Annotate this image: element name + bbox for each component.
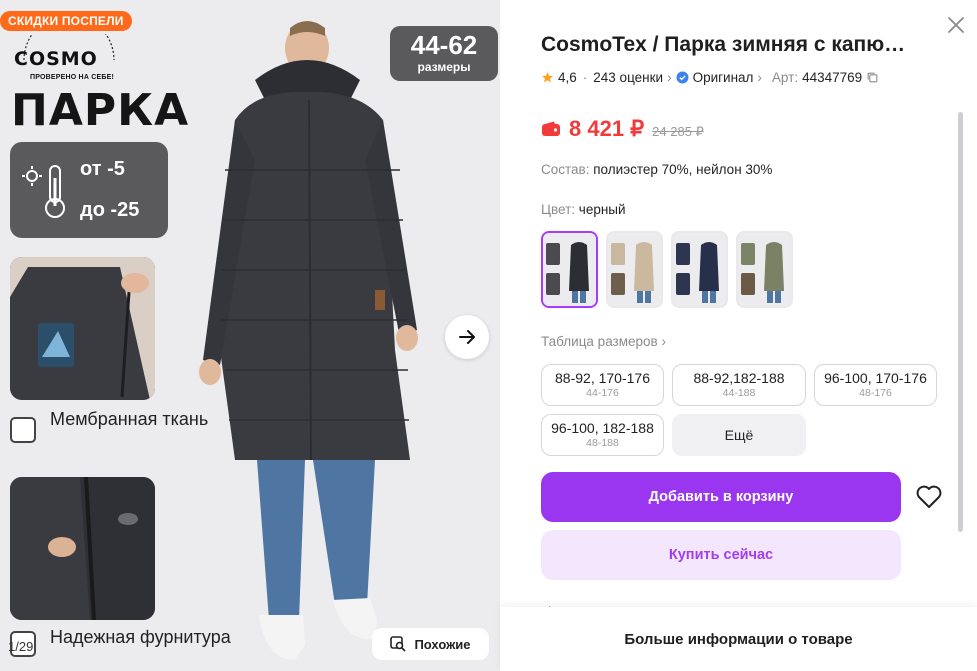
- size-value: 88-92, 170-176: [555, 370, 650, 386]
- size-table-link[interactable]: Таблица размеров ›: [541, 334, 666, 349]
- product-modal: СКИДКИ ПОСПЕЛИ COSMO ПРОВЕРЕНО НА СЕБЕ! …: [0, 0, 977, 671]
- color-row: Цвет: черный: [541, 202, 626, 217]
- composition: Состав: полиэстер 70%, нейлон 30%: [541, 162, 772, 177]
- feature-label-membrane: Мембранная ткань: [50, 409, 209, 429]
- price-row: 8 421 ₽ 24 285 ₽: [541, 116, 704, 142]
- model-photo: [199, 21, 418, 660]
- composition-label: Состав:: [541, 162, 590, 177]
- product-title: CosmoTex / Парка зимняя с капю…: [541, 33, 906, 56]
- chevron-right-icon: ›: [661, 334, 666, 349]
- feature-image-membrane: [10, 257, 155, 400]
- copy-icon[interactable]: [866, 71, 879, 84]
- color-swatch-black[interactable]: [541, 231, 598, 308]
- rating-value: 4,6: [558, 70, 577, 85]
- color-swatch-khaki[interactable]: [736, 231, 793, 308]
- size-option[interactable]: 88-92, 170-176 44-176: [541, 364, 664, 406]
- article-label: Арт:: [771, 70, 799, 85]
- more-info-button[interactable]: Больше информации о товаре: [500, 607, 977, 671]
- checkbox-icon: [10, 417, 36, 443]
- chevron-right-icon: ›: [757, 70, 762, 85]
- reviews-link[interactable]: 243 оценки: [593, 70, 663, 85]
- product-gallery[interactable]: СКИДКИ ПОСПЕЛИ COSMO ПРОВЕРЕНО НА СЕБЕ! …: [0, 0, 500, 671]
- chevron-right-icon: ›: [667, 70, 672, 85]
- size-option[interactable]: 96-100, 182-188 48-188: [541, 414, 664, 456]
- size-value: 88-92,182-188: [693, 370, 785, 386]
- star-icon: [542, 72, 553, 83]
- article-number: 44347769: [802, 70, 863, 85]
- size-table-label: Таблица размеров: [541, 334, 658, 349]
- similar-label: Похожие: [414, 636, 471, 652]
- color-swatch-beige[interactable]: [606, 231, 663, 308]
- feature-image-hardware: [10, 477, 155, 620]
- color-swatches: [541, 231, 793, 308]
- promo-badge: СКИДКИ ПОСПЕЛИ: [0, 11, 132, 31]
- original-link[interactable]: Оригинал: [693, 70, 754, 85]
- size-ru: 44-176: [586, 387, 619, 399]
- image-title: ПАРКА: [11, 85, 190, 136]
- add-to-cart-button[interactable]: Добавить в корзину: [541, 472, 901, 522]
- wallet-icon: [542, 121, 560, 136]
- old-price: 24 285 ₽: [652, 124, 704, 139]
- size-option[interactable]: 96-100, 170-176 48-176: [814, 364, 937, 406]
- size-value: 96-100, 182-188: [551, 420, 654, 436]
- size-ru: 44-188: [722, 387, 756, 399]
- search-similar-icon: [390, 636, 407, 652]
- brand-word: COSMO: [14, 48, 98, 70]
- thermometer-icon: [22, 165, 65, 218]
- size-options: 88-92, 170-176 44-176 88-92,182-188 44-1…: [541, 364, 937, 456]
- next-image-button[interactable]: [445, 315, 489, 359]
- brand-logo: COSMO ПРОВЕРЕНО НА СЕБЕ!: [10, 14, 128, 84]
- buy-now-button[interactable]: Купить сейчас: [541, 530, 901, 580]
- size-ru: 48-188: [586, 437, 619, 449]
- temperature-card: от -5 до -25: [10, 142, 168, 238]
- size-option[interactable]: 88-92,182-188 44-188: [672, 364, 806, 406]
- current-price: 8 421 ₽: [569, 116, 645, 141]
- more-sizes-button[interactable]: Ещё: [672, 414, 806, 456]
- scrollbar[interactable]: [958, 112, 963, 532]
- similar-button[interactable]: Похожие: [372, 628, 489, 660]
- size-value: 96-100, 170-176: [824, 370, 927, 386]
- color-value: черный: [578, 202, 626, 217]
- color-label: Цвет:: [541, 202, 576, 217]
- verified-badge-icon: [676, 71, 689, 84]
- product-meta: 4,6 · 243 оценки › Оригинал › Арт: 44347…: [541, 70, 879, 85]
- close-icon[interactable]: [945, 14, 967, 36]
- color-swatch-navy[interactable]: [671, 231, 728, 308]
- image-counter: 1/29: [8, 639, 34, 654]
- brand-tagline: ПРОВЕРЕНО НА СЕБЕ!: [30, 74, 114, 81]
- temp-from: от -5: [80, 158, 125, 180]
- arrow-right-icon: [459, 330, 475, 344]
- heart-icon[interactable]: [915, 484, 943, 510]
- size-ru: 48-176: [859, 387, 892, 399]
- temp-to: до -25: [80, 199, 140, 221]
- composition-value: полиэстер 70%, нейлон 30%: [593, 162, 773, 177]
